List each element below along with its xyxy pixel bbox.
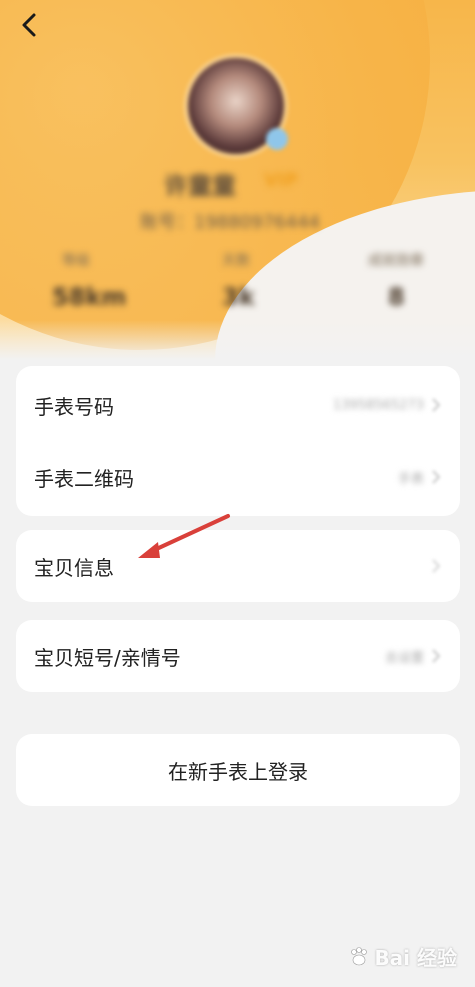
- login-new-watch-button[interactable]: 在新手表上登录: [16, 734, 460, 806]
- chevron-right-icon: [430, 397, 442, 413]
- login-new-watch-label: 在新手表上登录: [168, 759, 308, 784]
- chevron-left-icon: [22, 13, 36, 37]
- stat-label-1: 等级: [62, 253, 90, 269]
- family-number-label: 宝贝短号/亲情号: [34, 645, 181, 670]
- chevron-right-icon: [430, 648, 442, 664]
- avatar-badge-icon: [266, 128, 288, 150]
- watch-qrcode-value: 手表: [397, 471, 424, 487]
- annotation-arrow-icon: [138, 514, 230, 558]
- watermark-text: Bai 经验: [374, 946, 457, 970]
- family-number-value: 去设置: [384, 650, 424, 666]
- stat-label-2: 天数: [222, 253, 250, 269]
- watch-number-value: 13958565273: [333, 397, 424, 413]
- account-number: 账号：19880976444: [140, 212, 320, 233]
- watch-qrcode-label: 手表二维码: [34, 466, 134, 491]
- watermark: Bai 经验: [348, 942, 457, 971]
- family-number-row[interactable]: 宝贝短号/亲情号 去设置: [16, 620, 460, 692]
- back-button[interactable]: [12, 8, 46, 42]
- stat-value-2: 3k: [222, 283, 255, 311]
- watch-qrcode-row[interactable]: 手表二维码 手表: [16, 441, 460, 513]
- watch-info-card: 手表号码 13958565273 手表二维码 手表: [16, 366, 460, 516]
- baby-info-label: 宝贝信息: [34, 555, 114, 580]
- watch-number-label: 手表号码: [34, 394, 114, 419]
- stat-value-1: 58km: [52, 283, 127, 311]
- chevron-right-icon: [430, 558, 442, 574]
- family-number-card: 宝贝短号/亲情号 去设置: [16, 620, 460, 692]
- watch-number-row[interactable]: 手表号码 13958565273: [16, 369, 460, 441]
- paw-icon: [351, 946, 368, 965]
- stat-value-3: 8: [388, 283, 405, 311]
- user-name: 许童童: [164, 172, 236, 200]
- page: 许童童 VIP 账号：19880976444 等级 58km 天数 3k 成就勋…: [0, 0, 475, 987]
- chevron-right-icon: [430, 469, 442, 485]
- stat-label-3: 成就勋章: [368, 253, 424, 269]
- header-fade: [0, 320, 475, 360]
- vip-badge: VIP: [264, 170, 298, 191]
